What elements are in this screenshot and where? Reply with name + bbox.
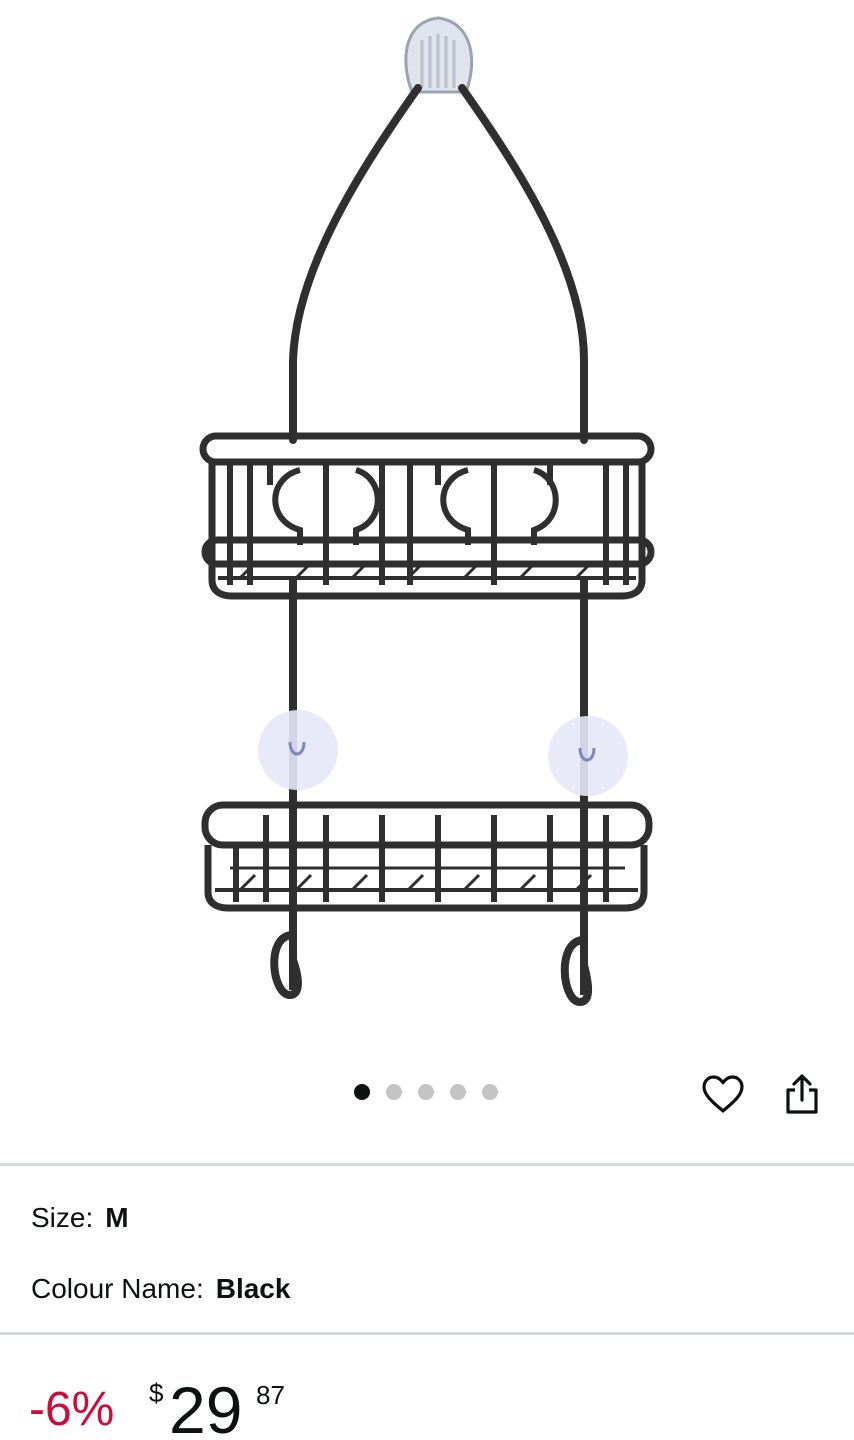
carousel-dot-3[interactable] [418, 1084, 434, 1100]
size-label: Size: [31, 1202, 94, 1233]
price-currency-symbol: $ [149, 1378, 164, 1408]
product-image[interactable] [0, 0, 854, 1040]
share-button[interactable] [778, 1070, 826, 1118]
section-divider [0, 1332, 854, 1335]
heart-outline-icon [702, 1075, 744, 1113]
carousel-dot-4[interactable] [450, 1084, 466, 1100]
carousel-dot-2[interactable] [386, 1084, 402, 1100]
section-divider [0, 1163, 854, 1166]
price-whole: 29 [169, 1373, 243, 1440]
image-carousel-indicator [354, 1084, 514, 1100]
product-detail-page: Size: M Colour Name: Black -6% $ 29 87 [0, 0, 854, 1440]
carousel-dot-1[interactable] [354, 1084, 370, 1100]
carousel-dot-5[interactable] [482, 1084, 498, 1100]
size-variation[interactable]: Size: M [31, 1201, 129, 1235]
wishlist-button[interactable] [699, 1070, 747, 1118]
colour-variation[interactable]: Colour Name: Black [31, 1272, 290, 1306]
colour-label: Colour Name: [31, 1273, 204, 1304]
size-value: M [105, 1202, 129, 1233]
price-fraction: 87 [256, 1380, 285, 1410]
discount-percentage: -6% [29, 1383, 115, 1436]
colour-value: Black [215, 1273, 291, 1304]
share-icon [786, 1074, 818, 1114]
shower-caddy-illustration [199, 16, 655, 1007]
